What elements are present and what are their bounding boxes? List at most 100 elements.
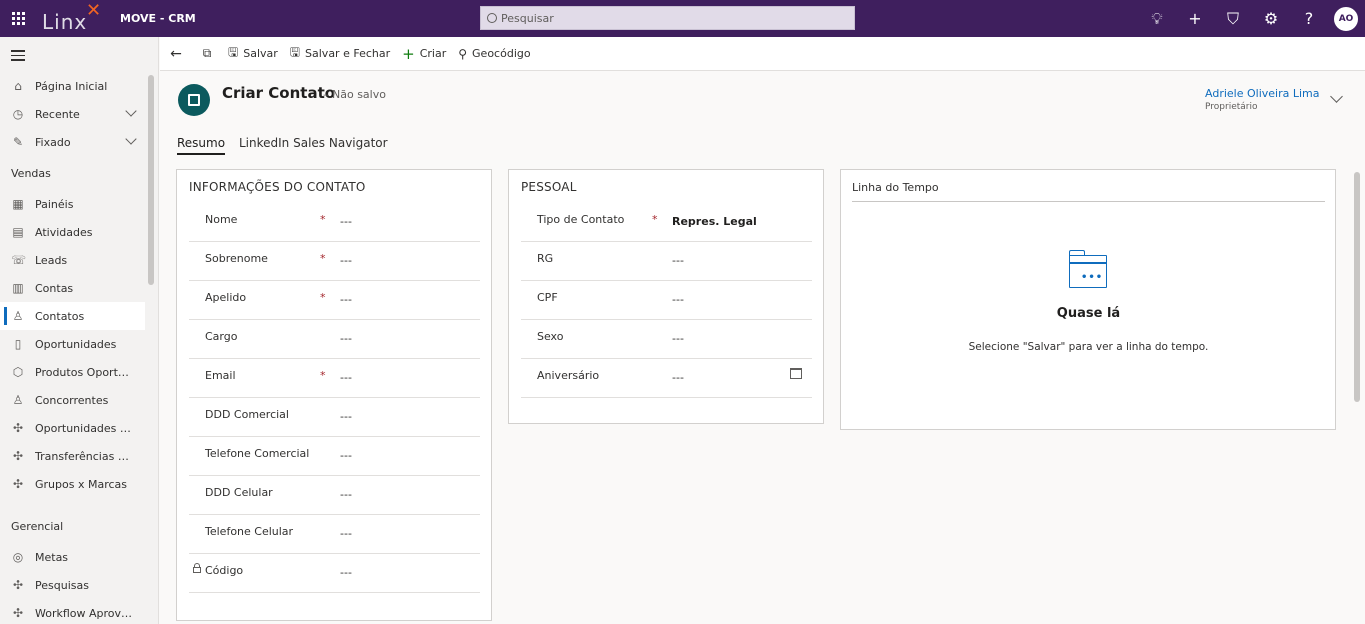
sidebar-item-produtos-oportunidade[interactable]: ⬡ Produtos Oportun... [0, 358, 145, 386]
sidebar-item-transferencias[interactable]: ✣ Transferências de ... [0, 442, 145, 470]
arrow-left-icon: ← [170, 45, 182, 62]
search-input[interactable]: Pesquisar [480, 6, 855, 30]
sidebar-item-label: Workflow Aprova... [35, 606, 135, 620]
waffle-icon [11, 12, 25, 25]
hamburger-icon[interactable] [11, 50, 25, 64]
section-title: INFORMAÇÕES DO CONTATO [189, 180, 366, 194]
help-icon[interactable]: ? [1290, 0, 1328, 37]
tab-resumo[interactable]: Resumo [177, 136, 226, 155]
field-sobrenome[interactable]: Sobrenome * --- [189, 242, 480, 281]
sidebar-item-pagina-inicial[interactable]: ⌂ Página Inicial [0, 72, 145, 100]
pop-out-icon: ⧉ [202, 46, 212, 60]
field-cpf[interactable]: CPF --- [521, 281, 812, 320]
main-scrollbar[interactable] [1354, 172, 1360, 402]
field-telefone-comercial[interactable]: Telefone Comercial --- [189, 437, 480, 476]
puzzle-icon: ✣ [12, 578, 24, 592]
sidebar-item-concorrentes[interactable]: ♙ Concorrentes [0, 386, 145, 414]
field-value[interactable]: --- [340, 527, 352, 540]
back-button[interactable]: ← [160, 37, 192, 71]
field-value[interactable]: --- [340, 254, 352, 267]
sidebar-item-contatos[interactable]: ♙ Contatos [0, 302, 145, 330]
field-sexo[interactable]: Sexo --- [521, 320, 812, 359]
filter-icon[interactable]: ⛉ [1214, 0, 1252, 37]
required-marker: * [320, 291, 326, 304]
field-value[interactable]: --- [340, 332, 352, 345]
save-button[interactable]: 🖫︎ Salvar [222, 37, 284, 71]
sidebar-item-paineis[interactable]: ▦ Painéis [0, 190, 145, 218]
field-value[interactable]: --- [340, 410, 352, 423]
field-rg[interactable]: RG --- [521, 242, 812, 281]
sidebar: ⌂ Página Inicial ◷ Recente ✎ Fixado Vend… [0, 37, 159, 624]
sidebar-item-pesquisas[interactable]: ✣ Pesquisas [0, 571, 145, 599]
plus-icon[interactable]: + [1176, 0, 1214, 37]
timeline-message: Selecione "Salvar" para ver a linha do t… [968, 341, 1209, 353]
open-new-window-button[interactable]: ⧉ [192, 37, 222, 71]
sidebar-scrollbar[interactable] [148, 75, 154, 285]
sidebar-item-recente[interactable]: ◷ Recente [0, 100, 145, 128]
field-value[interactable]: --- [340, 488, 352, 501]
field-value[interactable]: --- [340, 215, 352, 228]
pin-icon: ✎ [12, 135, 24, 149]
sidebar-item-workflow[interactable]: ✣ Workflow Aprova... [0, 599, 145, 624]
app-title[interactable]: MOVE - CRM [120, 12, 196, 25]
puzzle-icon: ✣ [12, 606, 24, 620]
chevron-down-icon[interactable] [125, 133, 137, 145]
save-icon: 🖫︎ [228, 45, 239, 59]
contact-info-section: INFORMAÇÕES DO CONTATO Nome * --- Sobren… [176, 169, 492, 621]
field-apelido[interactable]: Apelido * --- [189, 281, 480, 320]
field-value[interactable]: --- [340, 449, 352, 462]
field-telefone-celular[interactable]: Telefone Celular --- [189, 515, 480, 554]
building-icon: ▥ [12, 281, 24, 295]
calendar-icon[interactable] [790, 368, 802, 379]
field-label: RG [537, 252, 554, 265]
required-marker: * [320, 369, 326, 382]
field-value[interactable]: --- [672, 371, 684, 384]
owner-role-label: Proprietário [1205, 102, 1258, 112]
sidebar-item-oportunidades-e[interactable]: ✣ Oportunidades e... [0, 414, 145, 442]
field-ddd-comercial[interactable]: DDD Comercial --- [189, 398, 480, 437]
sidebar-item-oportunidades[interactable]: ▯ Oportunidades [0, 330, 145, 358]
field-value[interactable]: --- [672, 254, 684, 267]
tab-linkedin[interactable]: LinkedIn Sales Navigator [239, 136, 388, 153]
sidebar-item-label: Transferências de ... [35, 449, 135, 463]
sidebar-item-label: Oportunidades e... [35, 421, 135, 435]
required-marker: * [652, 213, 658, 226]
app-launcher-button[interactable] [0, 0, 36, 37]
owner-link[interactable]: Adriele Oliveira Lima [1205, 87, 1320, 100]
sidebar-item-contas[interactable]: ▥ Contas [0, 274, 145, 302]
field-nome[interactable]: Nome * --- [189, 203, 480, 242]
field-value[interactable]: --- [672, 293, 684, 306]
field-ddd-celular[interactable]: DDD Celular --- [189, 476, 480, 515]
location-pin-icon: ⚲ [458, 46, 468, 61]
chevron-down-icon[interactable] [125, 105, 137, 117]
field-email[interactable]: Email * --- [189, 359, 480, 398]
record-status: – Não salvo [323, 88, 386, 101]
chevron-down-icon[interactable] [1330, 90, 1343, 103]
field-aniversario[interactable]: Aniversário --- [521, 359, 812, 398]
create-button[interactable]: + Criar [396, 37, 452, 71]
save-close-button[interactable]: 🖫︎ Salvar e Fechar [284, 37, 396, 71]
sidebar-item-label: Produtos Oportun... [35, 365, 135, 379]
sidebar-item-metas[interactable]: ◎ Metas [0, 543, 145, 571]
dashboard-icon: ▦ [12, 197, 24, 211]
sidebar-item-fixado[interactable]: ✎ Fixado [0, 128, 145, 156]
sidebar-item-label: Concorrentes [35, 393, 109, 407]
avatar[interactable]: AO [1334, 6, 1358, 31]
sidebar-item-atividades[interactable]: ▤ Atividades [0, 218, 145, 246]
field-tipo-contato[interactable]: Tipo de Contato * Repres. Legal [521, 203, 812, 242]
sidebar-item-leads[interactable]: ☏ Leads [0, 246, 145, 274]
section-title: PESSOAL [521, 180, 577, 194]
field-value[interactable]: --- [340, 371, 352, 384]
field-label: Tipo de Contato [537, 213, 625, 226]
geocode-button[interactable]: ⚲ Geocódigo [452, 37, 536, 71]
clipboard-icon: ▤ [12, 225, 24, 239]
puzzle-icon: ✣ [12, 421, 24, 435]
sidebar-item-grupos-marcas[interactable]: ✣ Grupos x Marcas [0, 470, 145, 498]
field-value[interactable]: --- [340, 293, 352, 306]
required-marker: * [320, 213, 326, 226]
field-value[interactable]: --- [672, 332, 684, 345]
gear-icon[interactable]: ⚙ [1252, 0, 1290, 37]
lightbulb-icon[interactable]: 💡︎ [1138, 0, 1176, 37]
field-cargo[interactable]: Cargo --- [189, 320, 480, 359]
field-value[interactable]: Repres. Legal [672, 215, 757, 228]
